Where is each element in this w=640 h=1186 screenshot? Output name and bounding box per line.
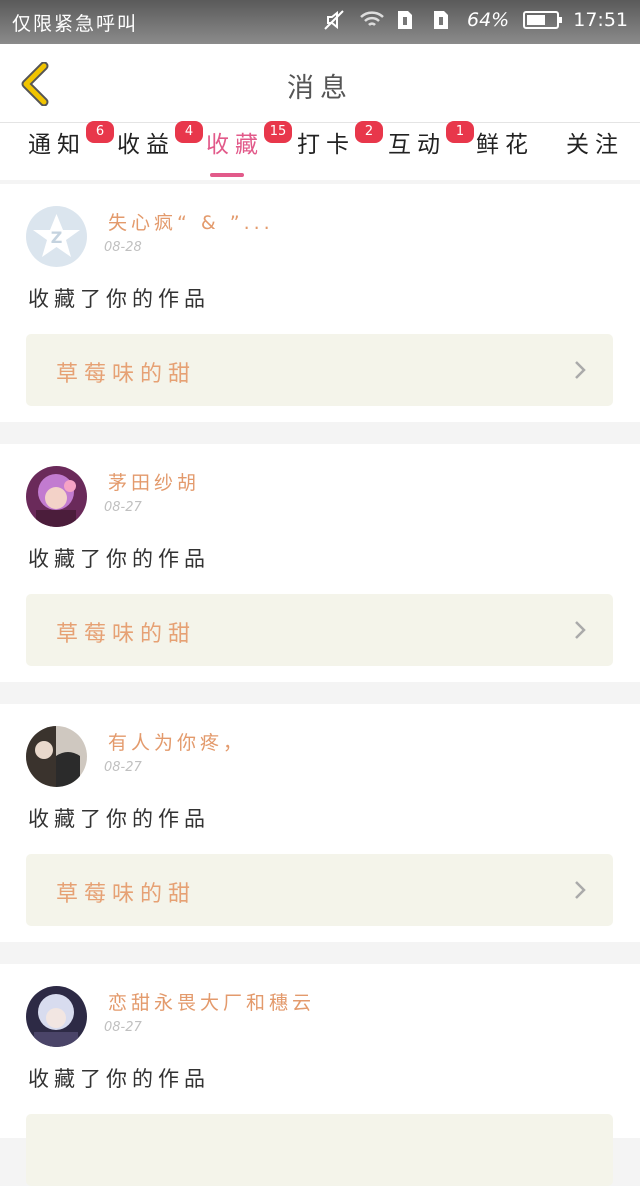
tab-favorites[interactable]: 收藏 15 <box>206 121 292 177</box>
work-link[interactable] <box>26 1114 613 1186</box>
clock: 17:51 <box>573 9 628 31</box>
carrier-text: 仅限紧急呼叫 <box>12 13 139 35</box>
tab-label: 收藏 <box>206 132 264 158</box>
tab-interactions[interactable]: 互动 1 <box>388 121 474 171</box>
work-link[interactable]: 草莓味的甜 <box>26 334 613 406</box>
timestamp: 08-27 <box>104 1020 142 1035</box>
status-bar: 仅限紧急呼叫 64% 17:51 <box>0 0 640 44</box>
page-title: 消息 <box>287 73 353 104</box>
username[interactable]: 茅田纱胡 <box>108 468 200 495</box>
tab-label: 关注 <box>566 132 624 158</box>
notification-card: Z 失心疯“ & ”... 08-28 收藏了你的作品 草莓味的甜 <box>0 184 640 422</box>
tab-checkin[interactable]: 打卡 2 <box>297 121 383 171</box>
app-header: 消息 <box>0 44 640 123</box>
tab-label: 鲜花 <box>476 132 534 158</box>
tab-label: 打卡 <box>297 132 355 158</box>
username[interactable]: 恋甜永畏大厂和穗云 <box>108 988 315 1015</box>
mute-icon <box>323 9 345 31</box>
action-text: 收藏了你的作品 <box>28 287 210 311</box>
work-link[interactable]: 草莓味的甜 <box>26 854 613 926</box>
sim-icon <box>395 9 417 31</box>
work-title: 草莓味的甜 <box>56 622 197 647</box>
avatar[interactable] <box>26 986 87 1047</box>
tab-notifications[interactable]: 通知 6 <box>28 121 114 171</box>
tab-label: 通知 <box>28 132 86 158</box>
battery-icon <box>523 11 563 29</box>
battery-percent: 64% <box>467 9 510 31</box>
user-avatar-icon <box>26 466 87 527</box>
user-avatar-icon <box>26 986 87 1047</box>
tab-bar: 通知 6 收益 4 收藏 15 打卡 2 互动 1 鲜花 关注 <box>0 121 640 180</box>
wifi-icon <box>359 9 384 31</box>
action-text: 收藏了你的作品 <box>28 547 210 571</box>
work-title: 草莓味的甜 <box>56 362 197 387</box>
avatar[interactable] <box>26 466 87 527</box>
notification-card: 恋甜永畏大厂和穗云 08-27 收藏了你的作品 <box>0 964 640 1186</box>
tab-badge: 6 <box>86 121 114 143</box>
tab-badge: 2 <box>355 121 383 143</box>
timestamp: 08-27 <box>104 500 142 515</box>
notification-card: 有人为你疼， 08-27 收藏了你的作品 草莓味的甜 <box>0 704 640 942</box>
username[interactable]: 有人为你疼， <box>108 728 246 755</box>
tab-following[interactable]: 关注 <box>566 131 624 171</box>
tab-earnings[interactable]: 收益 4 <box>117 121 203 171</box>
tab-badge: 1 <box>446 121 474 143</box>
work-title: 草莓味的甜 <box>56 882 197 907</box>
tab-flowers[interactable]: 鲜花 <box>476 131 534 171</box>
chevron-right-icon <box>575 361 586 379</box>
username[interactable]: 失心疯“ & ”... <box>108 208 274 235</box>
tab-label: 互动 <box>388 132 446 158</box>
tab-underline <box>210 173 244 177</box>
user-avatar-icon <box>26 726 87 787</box>
avatar[interactable]: Z <box>26 206 87 267</box>
tab-label: 收益 <box>117 132 175 158</box>
work-link[interactable]: 草莓味的甜 <box>26 594 613 666</box>
sim-icon <box>431 9 453 31</box>
timestamp: 08-28 <box>104 240 142 255</box>
tab-badge: 15 <box>264 121 292 143</box>
avatar[interactable] <box>26 726 87 787</box>
tab-badge: 4 <box>175 121 203 143</box>
notification-card: 茅田纱胡 08-27 收藏了你的作品 草莓味的甜 <box>0 444 640 682</box>
chevron-right-icon <box>575 881 586 899</box>
svg-text:Z: Z <box>51 228 63 247</box>
action-text: 收藏了你的作品 <box>28 1067 210 1091</box>
chevron-right-icon <box>575 621 586 639</box>
action-text: 收藏了你的作品 <box>28 807 210 831</box>
qzone-default-avatar-icon: Z <box>26 206 87 267</box>
timestamp: 08-27 <box>104 760 142 775</box>
